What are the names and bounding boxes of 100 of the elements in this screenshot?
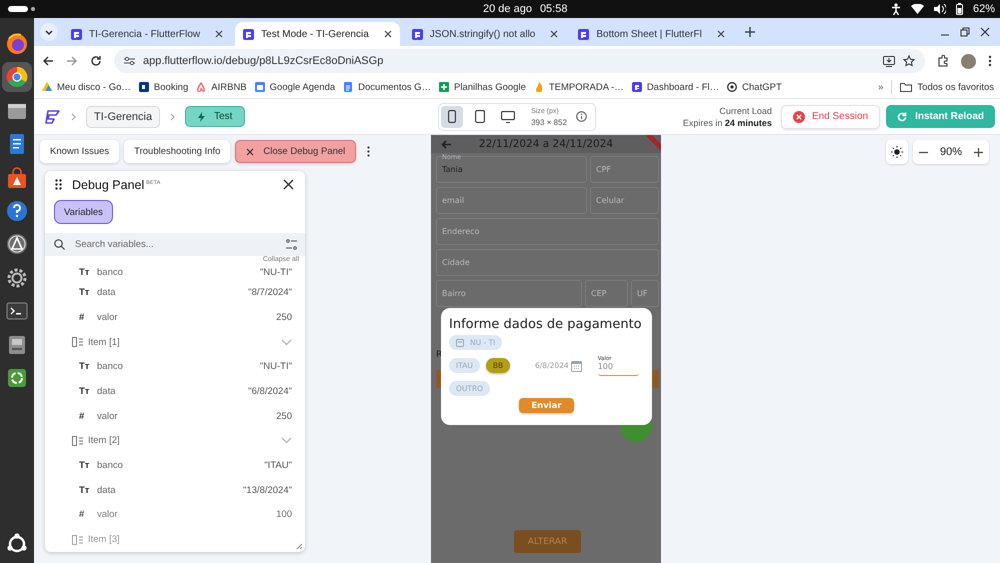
text-field[interactable]: Celular [590,187,659,214]
info-icon[interactable] [576,111,587,122]
text-field[interactable]: Bairro [436,280,582,307]
workspaces-icon[interactable] [8,5,36,13]
logo-icon[interactable] [44,108,61,124]
group-label[interactable]: Item [2] [88,435,120,446]
text-field[interactable]: email [436,187,587,214]
type-icon: Tт [79,361,95,372]
search-field[interactable]: Search variables... [73,238,278,251]
star-icon[interactable] [903,55,915,67]
type-icon: # [79,410,95,422]
wifi-icon[interactable] [910,4,924,14]
address-field[interactable]: app.flutterflow.io/debug/p8LL9zCsrEc8oDniASGp [114,49,925,73]
text-field[interactable]: Cidade [436,249,659,276]
close-icon[interactable] [384,30,392,38]
browser-tab[interactable]: TI-Gerencia - FlutterFlow [63,22,232,46]
bookmark[interactable]: Planilhas Google [439,82,526,92]
plus-icon[interactable] [974,148,983,156]
browser-tab[interactable]: Bottom Sheet | FlutterFl [570,22,733,46]
expiry-text: Expires in 24 minutes [682,116,772,128]
variable-name: valor [97,509,118,520]
variable-name: banco [97,460,123,472]
ring-icon[interactable] [6,66,28,88]
variable-name: banco [97,361,123,372]
more-bookmarks[interactable]: » [878,82,884,92]
date-range: 22/11/2024 a 24/11/2024 [478,138,614,150]
back-icon[interactable] [42,55,54,67]
project-button[interactable]: TI-Gerencia [86,106,160,128]
bookmark[interactable]: AIRBNB [196,82,247,92]
theme-button[interactable] [886,140,908,164]
avatar[interactable] [961,54,976,68]
dots-ring-icon[interactable] [6,533,28,555]
bookmark[interactable]: Todos os favoritos [900,82,994,92]
restore-icon[interactable] [960,27,970,37]
size-value: 393 × 852 [531,116,567,128]
plus-icon[interactable] [744,27,755,37]
group-label[interactable]: Item [1] [88,336,120,348]
search-bar[interactable]: Search variables... [45,233,305,256]
variable-name: valor [97,410,118,422]
bookmark[interactable]: Meu disco - Go… [42,82,131,92]
device-button[interactable] [441,106,464,128]
close-icon[interactable] [716,30,725,38]
battery-icon[interactable] [956,3,963,15]
type-icon: Tт [79,266,95,278]
variable-value: "NU-TI" [260,361,292,372]
text-field[interactable]: Endereco [436,218,659,245]
globe-icon[interactable] [6,33,28,55]
tune-icon[interactable] [124,56,135,66]
toolbar-button[interactable]: Known Issues [40,140,120,163]
browser-tab[interactable]: Test Mode - TI-Gerencia [235,22,400,46]
install-icon[interactable] [883,56,895,66]
help-icon[interactable] [6,200,28,222]
toolbar-button[interactable]: Close Debug Panel [235,140,356,163]
amount-field[interactable]: 100 [598,362,639,376]
forward-icon[interactable] [66,55,78,67]
reload-icon[interactable] [90,55,102,67]
close-icon[interactable] [550,30,558,38]
variable-value: "NU-TI" [260,266,292,278]
load-label: Current Load [719,104,772,116]
back-arrow-icon[interactable] [441,140,452,148]
bookmark[interactable]: ChatGPT [727,82,782,92]
bag-icon[interactable] [6,166,28,189]
logo-icon [71,28,82,40]
terminal-icon[interactable] [6,300,28,322]
volume-icon[interactable] [934,4,946,14]
toolbar-button[interactable]: Troubleshooting Info [124,140,230,163]
puzzle-icon[interactable] [937,55,949,67]
text-field[interactable]: CEP [585,280,628,307]
document-icon [343,82,354,92]
logo-icon [632,82,642,92]
triangle-circle-icon[interactable] [6,233,28,256]
calendar-icon [254,82,265,92]
menu-icon[interactable] [988,55,992,67]
close-icon[interactable] [283,179,294,190]
gear-icon[interactable] [6,266,28,289]
bookmark[interactable]: Google Agenda [254,82,336,92]
close-icon[interactable] [980,27,990,37]
text-field[interactable]: UF [631,280,659,307]
list-icon [72,534,83,545]
close-icon[interactable] [215,30,224,38]
text-field[interactable]: CPF [590,156,659,183]
drag-handle-icon[interactable] [55,179,62,190]
variables-tab[interactable]: Variables [54,200,113,224]
bookmark[interactable]: Dashboard - Fl… [632,82,720,92]
filter-icon[interactable] [286,238,297,250]
resize-handle-icon[interactable] [296,543,302,549]
accessibility-icon[interactable] [890,3,901,15]
bookmark[interactable]: Documentos G… [343,82,432,92]
more-icon[interactable] [367,146,370,157]
bookmark[interactable]: TEMPORADA -… [534,82,624,92]
square-icon [138,82,149,92]
variable-value: "6/8/2024" [248,386,292,398]
end-session-button[interactable]: End Session [780,104,880,128]
browser-tab[interactable]: JSON.stringify() not allo [404,22,566,46]
test-mode-button[interactable]: Test [185,106,246,127]
zoom-level: 90% [940,146,962,158]
logo-icon [243,28,254,40]
bookmark[interactable]: Booking [138,82,188,92]
phone-icon [448,110,456,123]
recycle-icon[interactable] [6,366,28,389]
